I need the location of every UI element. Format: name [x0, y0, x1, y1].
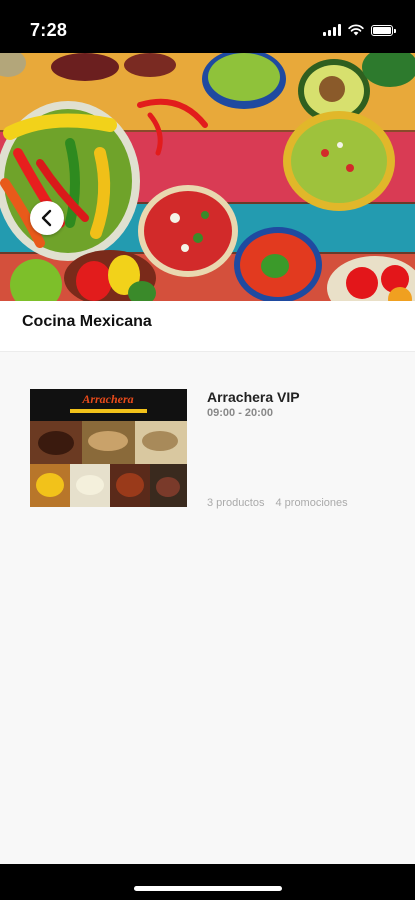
- category-hero-image: [0, 53, 415, 301]
- page-title: Cocina Mexicana: [22, 313, 152, 330]
- products-count: 3 productos: [207, 497, 265, 509]
- status-icons: [323, 24, 396, 36]
- restaurant-hours: 09:00 - 20:00: [207, 407, 274, 419]
- status-time: 7:28: [30, 20, 68, 40]
- page-header: Cocina Mexicana: [0, 301, 415, 352]
- restaurant-card[interactable]: Arrachera Arrachera VIP 09:00 - 20:00 3 …: [30, 389, 390, 509]
- restaurant-meta: 3 productos 4 promociones: [207, 497, 348, 509]
- status-bar: 7:28: [0, 0, 415, 53]
- home-indicator[interactable]: [134, 886, 282, 891]
- home-indicator-area: [0, 864, 415, 900]
- cellular-signal-icon: [323, 24, 341, 36]
- restaurant-list-screen: Cocina Mexicana Arrachera Arrachera VIP …: [0, 301, 415, 864]
- restaurant-thumbnail: Arrachera: [30, 389, 187, 507]
- chevron-left-icon: [41, 209, 52, 227]
- promotions-count: 4 promociones: [275, 497, 348, 509]
- wifi-icon: [348, 24, 364, 36]
- restaurant-name: Arrachera VIP: [207, 389, 300, 405]
- battery-icon: [371, 24, 396, 36]
- back-button[interactable]: [30, 201, 64, 235]
- mexican-food-illustration: [0, 53, 415, 301]
- restaurant-logo-text: Arrachera: [81, 392, 133, 406]
